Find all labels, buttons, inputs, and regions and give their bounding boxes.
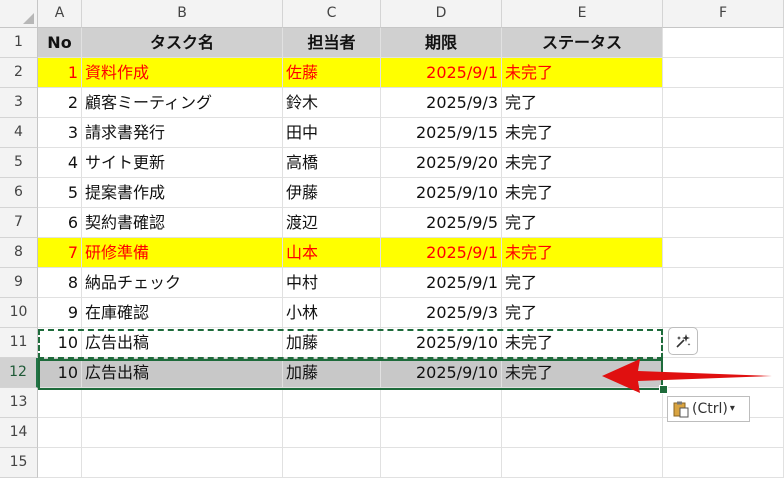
red-arrow <box>602 359 772 393</box>
